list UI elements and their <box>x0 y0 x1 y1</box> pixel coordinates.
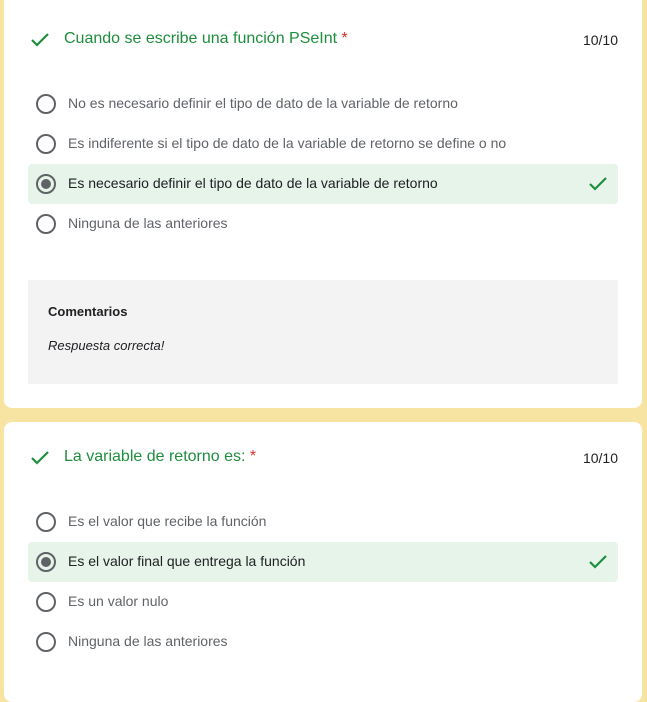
question-card-1: Cuando se escribe una función PSeInt * 1… <box>4 0 642 408</box>
option-label: Ninguna de las anteriores <box>68 215 228 231</box>
option-1[interactable]: No es necesario definir el tipo de dato … <box>28 84 618 124</box>
option-3-correct[interactable]: Es necesario definir el tipo de dato de … <box>28 164 618 204</box>
option-label: Ninguna de las anteriores <box>68 633 228 649</box>
radio-button[interactable] <box>36 214 56 234</box>
option-4[interactable]: Ninguna de las anteriores <box>28 204 618 244</box>
feedback-box: Comentarios Respuesta correcta! <box>28 280 618 384</box>
radio-button[interactable] <box>36 94 56 114</box>
check-icon <box>589 555 607 569</box>
option-label: Es necesario definir el tipo de dato de … <box>68 175 438 191</box>
radio-button[interactable] <box>36 134 56 154</box>
feedback-text: Respuesta correcta! <box>48 338 165 353</box>
question-card-2: La variable de retorno es: * 10/10 Es el… <box>4 422 642 702</box>
question-score: 10/10 <box>582 450 618 466</box>
option-2-correct[interactable]: Es el valor final que entrega la función <box>28 542 618 582</box>
required-marker: * <box>341 30 348 47</box>
required-marker: * <box>249 448 257 465</box>
option-label: Es el valor que recibe la función <box>68 513 267 529</box>
question-title: Cuando se escribe una función PSeInt * <box>64 30 348 47</box>
radio-button-selected[interactable] <box>36 552 56 572</box>
option-label: Es el valor final que entrega la función <box>68 553 306 569</box>
option-2[interactable]: Es indiferente si el tipo de dato de la … <box>28 124 618 164</box>
radio-button-selected[interactable] <box>36 174 56 194</box>
radio-button[interactable] <box>36 592 56 612</box>
radio-button[interactable] <box>36 512 56 532</box>
option-label: Es indiferente si el tipo de dato de la … <box>68 135 507 151</box>
question-score: 10/10 <box>582 32 618 48</box>
option-label: No es necesario definir el tipo de dato … <box>68 95 458 111</box>
radio-button[interactable] <box>36 632 56 652</box>
option-4[interactable]: Ninguna de las anteriores <box>28 622 618 662</box>
question-title: La variable de retorno es: * <box>64 448 257 465</box>
check-icon <box>31 33 49 47</box>
option-1[interactable]: Es el valor que recibe la función <box>28 502 618 542</box>
option-label: Es un valor nulo <box>68 593 169 609</box>
question-header: La variable de retorno es: * 10/10 <box>4 443 642 473</box>
option-3[interactable]: Es un valor nulo <box>28 582 618 622</box>
check-icon <box>31 451 49 465</box>
question-header: Cuando se escribe una función PSeInt * 1… <box>4 25 642 55</box>
feedback-title: Comentarios <box>48 304 128 319</box>
check-icon <box>589 177 607 191</box>
